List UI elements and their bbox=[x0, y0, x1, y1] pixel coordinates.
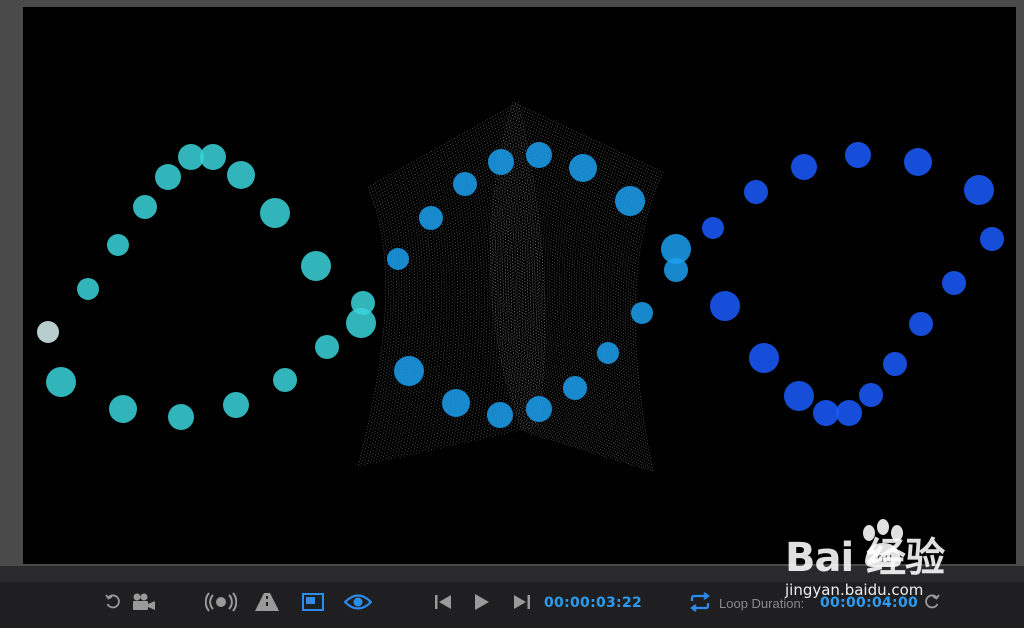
mesh-line bbox=[566, 138, 593, 454]
particle-dot bbox=[37, 321, 59, 343]
particle-dot bbox=[223, 392, 249, 418]
broadcast-button[interactable] bbox=[205, 589, 237, 615]
mesh-line bbox=[471, 127, 496, 440]
particle-dot bbox=[615, 186, 645, 216]
road-icon bbox=[254, 592, 280, 612]
particle-dot bbox=[315, 335, 339, 359]
particle-dot bbox=[569, 154, 597, 182]
particle-dot bbox=[702, 217, 724, 239]
mesh-line bbox=[379, 176, 405, 463]
particle-dot bbox=[155, 164, 181, 190]
particle-dot bbox=[260, 198, 290, 228]
mesh-line bbox=[423, 155, 445, 453]
mesh-line bbox=[549, 130, 577, 449]
particle-dot bbox=[710, 291, 740, 321]
particle-dot bbox=[442, 389, 470, 417]
particle-dot bbox=[631, 302, 653, 324]
mesh-line bbox=[571, 141, 598, 455]
particle-dot bbox=[813, 400, 839, 426]
particle-dot bbox=[563, 376, 587, 400]
particle-scene bbox=[37, 101, 1004, 473]
particle-dot bbox=[453, 172, 477, 196]
mesh-line bbox=[531, 122, 561, 444]
particle-dot bbox=[227, 161, 255, 189]
mesh-line bbox=[391, 171, 416, 460]
play-button[interactable] bbox=[471, 589, 491, 615]
loop-button[interactable] bbox=[688, 589, 712, 615]
mesh-line bbox=[546, 129, 574, 448]
eye-icon bbox=[344, 593, 372, 611]
mesh-line bbox=[559, 135, 585, 452]
rotate-ccw-icon bbox=[104, 593, 122, 611]
particle-dot bbox=[487, 402, 513, 428]
particle-dot bbox=[836, 400, 862, 426]
go-to-end-button[interactable] bbox=[511, 589, 533, 615]
safe-area-button[interactable] bbox=[301, 589, 325, 615]
loop-duration-label: Loop Duration: bbox=[719, 596, 805, 611]
preview-viewport[interactable] bbox=[23, 7, 1016, 564]
mesh-line bbox=[556, 133, 583, 451]
mesh-line bbox=[400, 166, 424, 458]
particle-dot bbox=[744, 180, 768, 204]
particle-dot bbox=[883, 352, 907, 376]
particle-dot bbox=[387, 248, 409, 270]
mesh-line bbox=[527, 119, 557, 443]
mesh-line bbox=[561, 136, 588, 452]
particle-dot bbox=[526, 396, 552, 422]
particle-dot bbox=[904, 148, 932, 176]
particle-dot bbox=[77, 278, 99, 300]
mesh-line bbox=[583, 146, 610, 458]
particle-dot bbox=[909, 312, 933, 336]
particle-dot bbox=[200, 144, 226, 170]
control-strip bbox=[0, 567, 1024, 582]
reset-loop-button[interactable] bbox=[922, 589, 942, 615]
particle-dot bbox=[301, 251, 331, 281]
loop-duration-value[interactable]: 00:00:04:00 bbox=[820, 595, 918, 611]
loop-icon bbox=[689, 592, 711, 612]
playback-controls: 00:00:03:22 Loop Duration: 00:00:04:00 bbox=[0, 566, 1024, 628]
video-camera-icon bbox=[131, 592, 157, 612]
camera-button[interactable] bbox=[130, 589, 158, 615]
particle-dot bbox=[845, 142, 871, 168]
particle-dot bbox=[964, 175, 994, 205]
particle-dot bbox=[980, 227, 1004, 251]
mesh-line bbox=[563, 137, 590, 453]
current-time[interactable]: 00:00:03:22 bbox=[544, 595, 642, 611]
particle-dot bbox=[273, 368, 297, 392]
particle-dot bbox=[109, 395, 137, 423]
go-to-start-button[interactable] bbox=[432, 589, 454, 615]
particle-dot bbox=[394, 356, 424, 386]
mesh-line bbox=[544, 128, 572, 448]
rotate-cw-icon bbox=[923, 593, 941, 611]
perspective-button[interactable] bbox=[253, 589, 281, 615]
particle-dot bbox=[597, 342, 619, 364]
particle-dot bbox=[526, 142, 552, 168]
particle-dot bbox=[419, 206, 443, 230]
viewer-frame bbox=[0, 0, 1024, 566]
play-icon bbox=[472, 593, 490, 611]
particle-dot bbox=[859, 383, 883, 407]
particle-dot bbox=[784, 381, 814, 411]
particle-dot bbox=[749, 343, 779, 373]
reset-camera-button[interactable] bbox=[103, 589, 123, 615]
particle-dot bbox=[46, 367, 76, 397]
skip-back-icon bbox=[433, 593, 453, 611]
particle-dot bbox=[664, 258, 688, 282]
frame-icon bbox=[302, 593, 324, 611]
skip-forward-icon bbox=[512, 593, 532, 611]
mesh-line bbox=[568, 139, 595, 454]
particle-dot bbox=[346, 308, 376, 338]
particle-dot bbox=[168, 404, 194, 430]
mesh-line bbox=[415, 159, 437, 455]
particle-dot bbox=[791, 154, 817, 180]
mesh-line bbox=[529, 120, 559, 443]
broadcast-icon bbox=[205, 592, 237, 612]
particle-dot bbox=[107, 234, 129, 256]
particle-dot bbox=[942, 271, 966, 295]
particle-dots bbox=[37, 142, 1004, 430]
particle-dot bbox=[488, 149, 514, 175]
particle-dot bbox=[133, 195, 157, 219]
visibility-button[interactable] bbox=[343, 589, 373, 615]
